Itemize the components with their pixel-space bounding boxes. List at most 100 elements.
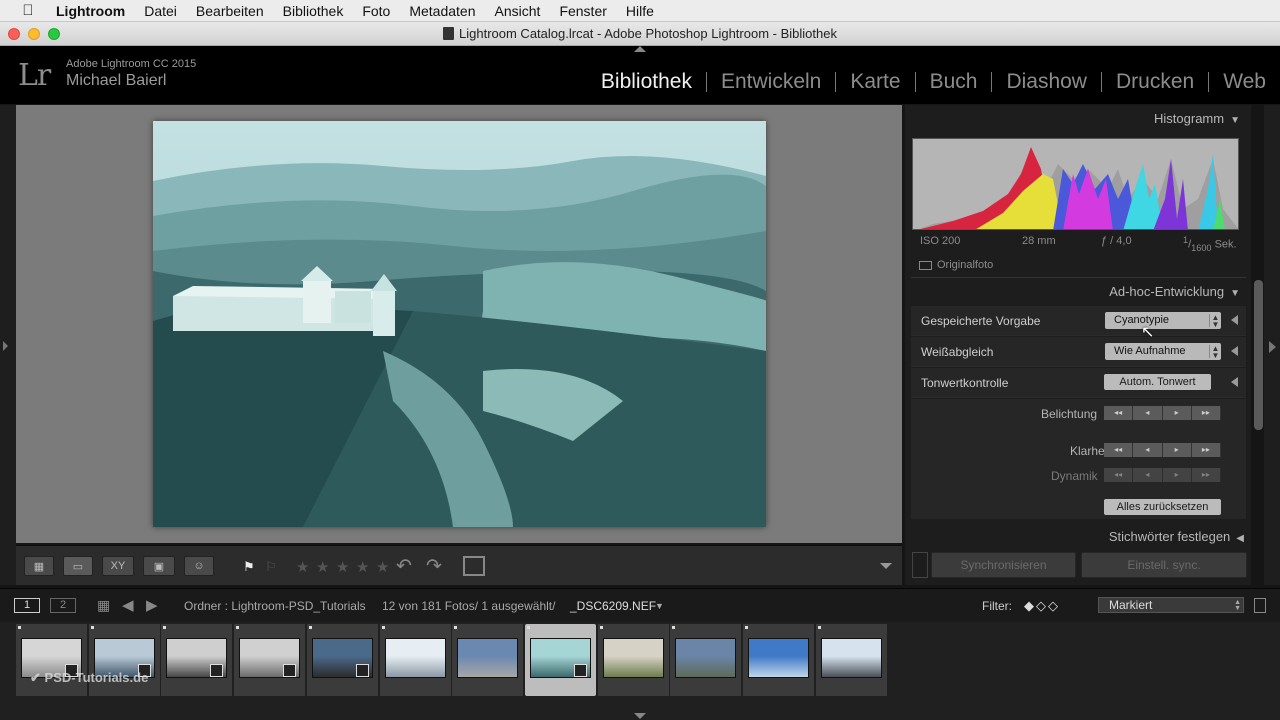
- increase-large-icon[interactable]: ▸▸: [1191, 443, 1221, 457]
- synchronize-button[interactable]: Synchronisieren: [931, 552, 1076, 578]
- filmstrip-thumbnail[interactable]: [234, 624, 306, 696]
- menu-bearbeiten[interactable]: Bearbeiten: [196, 3, 264, 19]
- module-buch[interactable]: Buch: [916, 70, 992, 94]
- rating-star-icon[interactable]: ★: [376, 558, 389, 576]
- reject-flag-icon[interactable]: ⚐: [265, 559, 277, 575]
- survey-view-icon[interactable]: ▣: [143, 556, 175, 576]
- filter-preset-select[interactable]: Markiert ▲ ▼: [1098, 597, 1244, 613]
- original-photo-checkbox[interactable]: [919, 261, 932, 270]
- disclosure-triangle-icon[interactable]: [1231, 315, 1238, 325]
- menu-app-name[interactable]: Lightroom: [56, 3, 125, 19]
- toolbar-content-menu-icon[interactable]: [880, 563, 892, 569]
- thumbnail-image[interactable]: [384, 638, 446, 678]
- menu-fenster[interactable]: Fenster: [559, 3, 606, 19]
- menu-bibliothek[interactable]: Bibliothek: [283, 3, 344, 19]
- thumbnail-image[interactable]: [748, 638, 809, 678]
- right-panel-toggle-icon[interactable]: [1269, 341, 1276, 353]
- module-karte[interactable]: Karte: [836, 70, 914, 94]
- forward-arrow-icon[interactable]: ▶: [146, 596, 158, 614]
- minimize-window-button[interactable]: [28, 28, 40, 40]
- second-window-button[interactable]: 2: [50, 598, 76, 613]
- filmstrip-thumbnail[interactable]: [670, 624, 742, 696]
- main-window-button[interactable]: 1: [14, 598, 40, 613]
- decrease-small-icon[interactable]: ◂: [1133, 443, 1163, 457]
- apple-icon[interactable]: : [0, 2, 56, 19]
- rotate-left-icon[interactable]: ↶: [396, 555, 412, 578]
- grid-view-icon[interactable]: ▦: [24, 556, 54, 576]
- filmstrip-thumbnail[interactable]: [306, 624, 378, 696]
- bottom-panel-toggle-icon[interactable]: [634, 713, 646, 719]
- expand-triangle-icon[interactable]: ◀: [1236, 533, 1244, 544]
- loupe-view-icon[interactable]: ▭: [63, 556, 93, 576]
- filename-dropdown-icon[interactable]: ▼: [655, 601, 664, 611]
- collapse-triangle-icon[interactable]: ▼: [1230, 115, 1240, 126]
- sync-switch[interactable]: [912, 552, 928, 578]
- left-panel-toggle-icon[interactable]: [3, 341, 8, 351]
- histogram-header[interactable]: Histogramm ▼: [1154, 111, 1240, 126]
- rotate-right-icon[interactable]: ↷: [426, 555, 442, 578]
- main-photo[interactable]: [153, 121, 766, 527]
- compare-view-icon[interactable]: XY: [102, 556, 134, 576]
- module-bibliothek[interactable]: Bibliothek: [587, 70, 706, 94]
- left-panel-edge[interactable]: [0, 105, 16, 585]
- rating-star-icon[interactable]: ★: [356, 558, 369, 576]
- white-balance-select[interactable]: Wie Aufnahme ▲ ▼: [1105, 343, 1221, 360]
- decrease-large-icon[interactable]: ◂◂: [1104, 406, 1134, 420]
- sync-settings-button[interactable]: Einstell. sync.: [1081, 552, 1247, 578]
- source-folder[interactable]: Ordner : Lightroom-PSD_Tutorials: [184, 599, 366, 613]
- back-arrow-icon[interactable]: ◀: [122, 596, 134, 614]
- keywording-header[interactable]: Stichwörter festlegen ◀: [1109, 529, 1244, 544]
- vibrance-stepper[interactable]: ◂◂ ◂ ▸ ▸▸: [1104, 468, 1221, 482]
- thumbnail-image[interactable]: [820, 638, 882, 678]
- disclosure-triangle-icon[interactable]: [1231, 377, 1238, 387]
- decrease-large-icon[interactable]: ◂◂: [1104, 443, 1134, 457]
- thumbnail-image[interactable]: [675, 638, 737, 678]
- menu-ansicht[interactable]: Ansicht: [495, 3, 541, 19]
- filmstrip-thumbnail[interactable]: [815, 624, 887, 696]
- thumbnail-image[interactable]: [602, 638, 664, 678]
- right-panel-edge[interactable]: [1264, 105, 1280, 585]
- menu-metadaten[interactable]: Metadaten: [409, 3, 475, 19]
- reset-all-button[interactable]: Alles zurücksetzen: [1104, 499, 1221, 515]
- selected-filename[interactable]: _DSC6209.NEF: [570, 599, 656, 613]
- rating-star-icon[interactable]: ★: [336, 558, 349, 576]
- decrease-large-icon[interactable]: ◂◂: [1104, 468, 1134, 482]
- histogram-graph[interactable]: [912, 138, 1239, 230]
- filter-lock-icon[interactable]: [1254, 598, 1266, 613]
- filmstrip-thumbnail[interactable]: [597, 624, 669, 696]
- increase-large-icon[interactable]: ▸▸: [1191, 406, 1221, 420]
- pick-flag-icon[interactable]: ⚑: [243, 559, 255, 575]
- filmstrip-thumbnail[interactable]: [452, 624, 524, 696]
- increase-small-icon[interactable]: ▸: [1162, 443, 1192, 457]
- crop-overlay-icon[interactable]: [463, 556, 485, 576]
- rating-star-icon[interactable]: ★: [316, 558, 329, 576]
- filmstrip-thumbnail[interactable]: [743, 624, 814, 696]
- zoom-window-button[interactable]: [48, 28, 60, 40]
- panel-scrollbar[interactable]: [1254, 280, 1263, 430]
- filmstrip-thumbnail[interactable]: [161, 624, 233, 696]
- decrease-small-icon[interactable]: ◂: [1133, 406, 1163, 420]
- module-web[interactable]: Web: [1209, 70, 1280, 94]
- menu-datei[interactable]: Datei: [144, 3, 177, 19]
- menu-hilfe[interactable]: Hilfe: [626, 3, 654, 19]
- quick-develop-header[interactable]: Ad-hoc-Entwicklung ▼: [1109, 284, 1240, 299]
- menu-foto[interactable]: Foto: [362, 3, 390, 19]
- increase-large-icon[interactable]: ▸▸: [1191, 468, 1221, 482]
- disclosure-triangle-icon[interactable]: [1231, 346, 1238, 356]
- decrease-small-icon[interactable]: ◂: [1133, 468, 1163, 482]
- thumbnail-image[interactable]: [457, 638, 519, 678]
- flag-filter-icons[interactable]: ◆◇◇: [1024, 598, 1060, 614]
- filmstrip-thumbnail[interactable]: [379, 624, 451, 696]
- collapse-triangle-icon[interactable]: ▼: [1230, 288, 1240, 299]
- people-view-icon[interactable]: ☺: [184, 556, 214, 576]
- increase-small-icon[interactable]: ▸: [1162, 468, 1192, 482]
- grid-icon[interactable]: ▦: [97, 597, 110, 614]
- top-panel-toggle-icon[interactable]: [634, 46, 646, 52]
- filmstrip-thumbnail[interactable]: [524, 624, 596, 696]
- module-entwickeln[interactable]: Entwickeln: [707, 70, 835, 94]
- auto-tone-button[interactable]: Autom. Tonwert: [1104, 374, 1211, 390]
- module-drucken[interactable]: Drucken: [1102, 70, 1208, 94]
- clarity-stepper[interactable]: ◂◂ ◂ ▸ ▸▸: [1104, 443, 1221, 457]
- rating-star-icon[interactable]: ★: [296, 558, 309, 576]
- increase-small-icon[interactable]: ▸: [1162, 406, 1192, 420]
